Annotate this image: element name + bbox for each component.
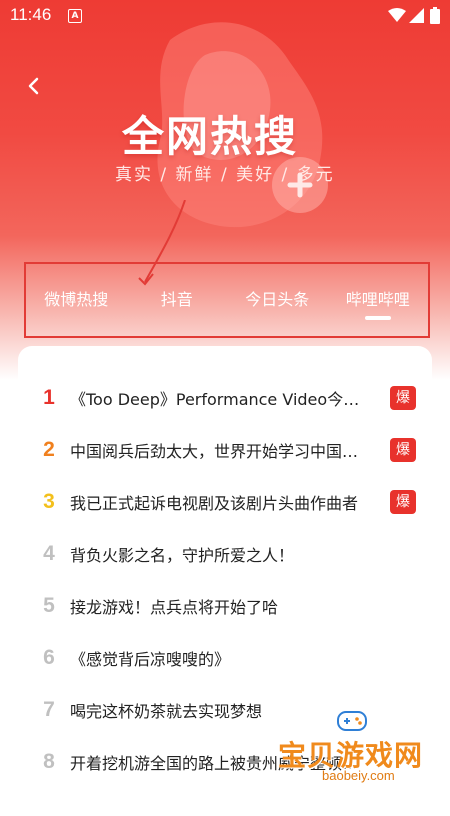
hot-badge: 爆	[390, 490, 416, 514]
tab-bar: 微博热搜 抖音 今日头条 哔哩哔哩	[24, 262, 430, 338]
list-item-title: 《Too Deep》Performance Video今日上线	[70, 390, 362, 409]
rank-number: 7	[43, 698, 55, 721]
hot-badge: 爆	[390, 386, 416, 410]
rank-number: 3	[43, 490, 55, 513]
tab-toutiao[interactable]: 今日头条	[227, 264, 328, 336]
list-item[interactable]: 6 《感觉背后凉嗖嗖的》	[18, 632, 432, 684]
hot-badge: 爆	[390, 438, 416, 462]
battery-icon	[430, 7, 440, 24]
rank-number: 4	[43, 542, 55, 565]
a-icon: A	[68, 9, 82, 23]
list-item[interactable]: 2 中国阅兵后劲太大，世界开始学习中国阅兵 爆	[18, 424, 432, 476]
status-bar: 11:46 A	[0, 0, 450, 32]
wifi-icon	[388, 8, 406, 22]
list-item[interactable]: 1 《Too Deep》Performance Video今日上线 爆	[18, 372, 432, 424]
list-item-title: 我已正式起诉电视剧及该剧片头曲作曲者	[70, 494, 359, 513]
back-chevron-icon[interactable]	[22, 74, 46, 98]
status-time: 11:46	[10, 5, 52, 24]
list-item-title: 中国阅兵后劲太大，世界开始学习中国阅兵	[70, 442, 362, 461]
rank-number: 1	[43, 386, 55, 409]
list-item-title: 背负火影之名，守护所爱之人！	[70, 546, 295, 565]
list-item[interactable]: 4 背负火影之名，守护所爱之人！	[18, 528, 432, 580]
rank-number: 6	[43, 646, 55, 669]
list-item-title: 《感觉背后凉嗖嗖的》	[70, 650, 231, 669]
list-item-title: 接龙游戏！点兵点将开始了哈	[70, 598, 279, 617]
list-item[interactable]: 5 接龙游戏！点兵点将开始了哈	[18, 580, 432, 632]
tab-bilibili[interactable]: 哔哩哔哩	[328, 264, 429, 336]
tab-douyin[interactable]: 抖音	[127, 264, 228, 336]
signal-icon	[409, 8, 424, 23]
rank-number: 8	[43, 750, 55, 773]
gamepad-icon	[337, 711, 367, 731]
list-item[interactable]: 3 我已正式起诉电视剧及该剧片头曲作曲者 爆	[18, 476, 432, 528]
page-title: 全网热搜	[122, 112, 299, 161]
rank-number: 2	[43, 438, 55, 461]
rank-number: 5	[43, 594, 55, 617]
watermark-url: baobeiy.com	[322, 768, 395, 783]
page-subtitle: 真实 / 新鲜 / 美好 / 多元	[115, 165, 335, 185]
watermark-logo: 宝贝游戏网 baobeiy.com	[270, 706, 450, 796]
tab-weibo[interactable]: 微博热搜	[26, 264, 127, 336]
